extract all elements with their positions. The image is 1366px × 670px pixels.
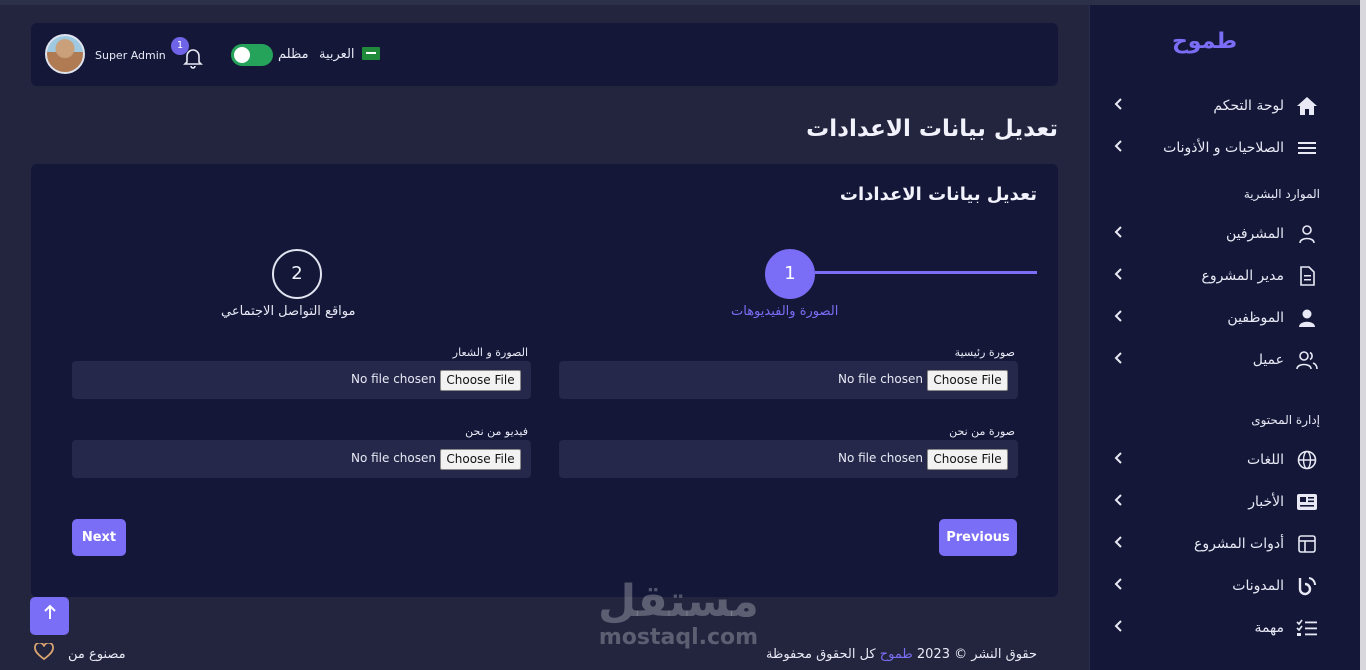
made-by-text: مصنوع من: [68, 646, 126, 662]
choose-file-button[interactable]: Choose File: [440, 449, 521, 470]
choose-file-button[interactable]: Choose File: [440, 370, 521, 391]
image-logo-file-input[interactable]: No file chosen Choose File: [72, 361, 531, 399]
section-title-hr: الموارد البشرية: [1243, 187, 1320, 201]
sidebar-item-project-tools[interactable]: أدوات المشروع: [1114, 523, 1320, 565]
chevron-left-icon: [1114, 352, 1124, 368]
home-icon: [1294, 95, 1320, 117]
about-video-file-input[interactable]: No file chosen Choose File: [72, 440, 531, 478]
page-title: تعديل بيانات الاعدادات: [806, 116, 1058, 142]
tasks-icon: [1294, 617, 1320, 639]
sidebar-item-label: الموظفين: [1227, 310, 1284, 326]
about-video-label: فيديو من نحن: [465, 425, 528, 438]
avatar[interactable]: [45, 34, 85, 74]
sidebar-item-project-manager[interactable]: مدير المشروع: [1114, 255, 1320, 297]
person-icon: [1294, 307, 1320, 329]
arrow-up-icon: [43, 604, 56, 619]
footer-made-by: مصنوع من: [34, 641, 126, 665]
card-title: تعديل بيانات الاعدادات: [839, 184, 1037, 205]
blog-icon: [1294, 575, 1320, 597]
sidebar-item-blogs[interactable]: المدونات: [1114, 565, 1320, 607]
rights-text: كل الحقوق محفوظة: [766, 647, 876, 662]
user-icon: [1294, 223, 1320, 245]
sidebar-item-dashboard[interactable]: لوحة التحكم: [1114, 85, 1320, 127]
notification-badge: 1: [171, 37, 189, 55]
heart-icon: [34, 641, 54, 665]
file-status: No file chosen: [350, 372, 436, 386]
section-title-content: إدارة المحتوى: [1251, 413, 1320, 427]
image-logo-label: الصورة و الشعار: [452, 346, 528, 359]
about-image-label: صورة من نحن: [949, 425, 1015, 438]
menu-icon: [1294, 137, 1320, 159]
chevron-left-icon: [1114, 536, 1124, 552]
chevron-left-icon: [1114, 98, 1124, 114]
watermark-latin: mostaql.com: [598, 625, 759, 650]
sidebar-item-employees[interactable]: الموظفين: [1114, 297, 1320, 339]
footer-copyright: حقوق النشر © 2023 طموح كل الحقوق محفوظة: [766, 647, 1037, 662]
sidebar-item-label: أدوات المشروع: [1194, 536, 1284, 552]
chevron-left-icon: [1114, 452, 1124, 468]
document-icon: [1294, 265, 1320, 287]
sidebar-item-news[interactable]: الأخبار: [1114, 481, 1320, 523]
step-2-label: مواقع التواصل الاجتماعي: [221, 304, 356, 319]
sidebar-item-label: لوحة التحكم: [1213, 98, 1284, 114]
sidebar-item-label: الأخبار: [1248, 494, 1284, 510]
sidebar-item-label: مهمة: [1254, 620, 1284, 636]
next-button[interactable]: Next: [72, 519, 126, 556]
step-1-circle[interactable]: 1: [765, 249, 815, 299]
toggle-knob: [234, 47, 250, 63]
users-icon: [1294, 349, 1320, 371]
scroll-to-top-button[interactable]: [30, 597, 69, 635]
chevron-left-icon: [1114, 620, 1124, 636]
previous-button[interactable]: Previous: [939, 519, 1017, 556]
stepper-progress-line: [815, 271, 1037, 274]
choose-file-button[interactable]: Choose File: [927, 449, 1008, 470]
saudi-flag-icon[interactable]: [362, 47, 380, 60]
footer-brand-link[interactable]: طموح: [880, 647, 913, 662]
watermark: مستقل mostaql.com: [598, 578, 759, 650]
file-status: No file chosen: [837, 372, 923, 386]
about-image-file-input[interactable]: No file chosen Choose File: [559, 440, 1018, 478]
globe-icon: [1294, 449, 1320, 471]
sidebar-item-label: الصلاحيات و الأذونات: [1163, 140, 1284, 156]
sidebar-item-task[interactable]: مهمة: [1114, 607, 1320, 649]
sidebar-item-label: اللغات: [1247, 452, 1284, 468]
sidebar-item-label: مدير المشروع: [1201, 268, 1285, 284]
sidebar-item-supervisors[interactable]: المشرفين: [1114, 213, 1320, 255]
admin-name[interactable]: Super Admin: [95, 49, 166, 62]
sidebar-brand[interactable]: طموح: [1089, 29, 1320, 85]
layout-icon: [1294, 533, 1320, 555]
dark-mode-toggle[interactable]: [231, 44, 273, 66]
copyright-prefix: حقوق النشر © 2023: [916, 647, 1038, 662]
choose-file-button[interactable]: Choose File: [927, 370, 1008, 391]
chevron-left-icon: [1114, 226, 1124, 242]
step-2-circle[interactable]: 2: [272, 249, 322, 299]
chevron-left-icon: [1114, 140, 1124, 156]
sidebar-item-permissions[interactable]: الصلاحيات و الأذونات: [1114, 127, 1320, 169]
sidebar: طموح لوحة التحكم الصلاحيات و الأذونات ال…: [1089, 5, 1360, 670]
step-1-label: الصورة والفيديوهات: [731, 304, 839, 319]
settings-form-card: تعديل بيانات الاعدادات 1 2 الصورة والفيد…: [31, 164, 1058, 597]
chevron-left-icon: [1114, 494, 1124, 510]
main-image-label: صورة رئيسية: [954, 346, 1015, 359]
file-status: No file chosen: [837, 451, 923, 465]
sidebar-item-label: عميل: [1252, 352, 1284, 368]
sidebar-item-label: المدونات: [1232, 578, 1284, 594]
file-status: No file chosen: [350, 451, 436, 465]
chevron-left-icon: [1114, 578, 1124, 594]
chevron-left-icon: [1114, 310, 1124, 326]
newspaper-icon: [1294, 491, 1320, 513]
sidebar-item-label: المشرفين: [1225, 226, 1284, 242]
sidebar-item-client[interactable]: عميل: [1114, 339, 1320, 381]
browser-scrollbar[interactable]: [1360, 0, 1366, 670]
watermark-arabic: مستقل: [598, 576, 759, 627]
top-navbar: Super Admin 1 مظلم العربية: [31, 23, 1058, 86]
dark-mode-label: مظلم: [278, 47, 309, 62]
main-image-file-input[interactable]: No file chosen Choose File: [559, 361, 1018, 399]
chevron-left-icon: [1114, 268, 1124, 284]
sidebar-item-languages[interactable]: اللغات: [1114, 439, 1320, 481]
language-label[interactable]: العربية: [319, 47, 355, 62]
